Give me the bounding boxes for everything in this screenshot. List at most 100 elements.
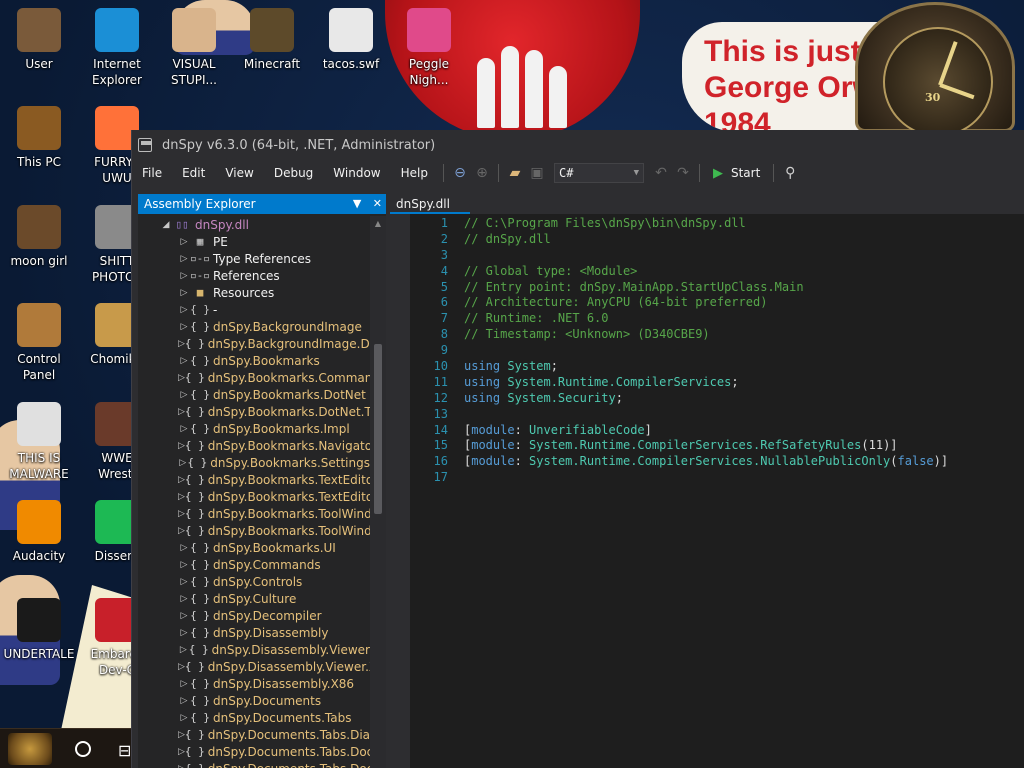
search-icon[interactable]: ⚲	[779, 162, 801, 184]
expand-arrow-icon[interactable]: ▷	[178, 254, 190, 264]
task-view-icon[interactable]: ⊟	[118, 741, 131, 760]
expand-arrow-icon[interactable]: ▷	[178, 356, 190, 366]
expand-arrow-icon[interactable]: ▷	[178, 407, 185, 417]
expand-arrow-icon[interactable]: ▷	[178, 696, 190, 706]
title-bar[interactable]: dnSpy v6.3.0 (64-bit, .NET, Administrato…	[132, 130, 1024, 160]
desktop-icon[interactable]: Minecraft	[233, 8, 311, 72]
tree-node[interactable]: ▷{ } dnSpy.Bookmarks.Impl	[138, 420, 370, 437]
tree-node[interactable]: ▷ ■ Resources	[138, 284, 370, 301]
desktop-icon[interactable]: Peggle Nigh...	[390, 8, 468, 88]
code-line[interactable]: // C:\Program Files\dnSpy\bin\dnSpy.dll	[464, 216, 1024, 232]
code-line[interactable]: // Timestamp: <Unknown> (D340CBE9)	[464, 327, 1024, 343]
tree-node[interactable]: ▷{ }dnSpy.BackgroundImage.Dialogs	[138, 335, 370, 352]
tree-node[interactable]: ▷{ }dnSpy.Disassembly.Viewer.X86	[138, 658, 370, 675]
navigate-back-icon[interactable]: ⊖	[449, 162, 471, 184]
expand-arrow-icon[interactable]: ▷	[178, 628, 190, 638]
tree-node[interactable]: ▷{ } dnSpy.Bookmarks.Navigator	[138, 437, 370, 454]
expand-arrow-icon[interactable]: ▷	[178, 730, 185, 740]
code-line[interactable]	[464, 470, 1024, 486]
expand-arrow-icon[interactable]: ▷	[178, 509, 185, 519]
tree-node[interactable]: ▷{ } dnSpy.Culture	[138, 590, 370, 607]
tree-node[interactable]: ▷{ }dnSpy.Documents.Tabs.DocViewer	[138, 743, 370, 760]
tree-node[interactable]: ▷{ } dnSpy.Controls	[138, 573, 370, 590]
expand-arrow-icon[interactable]: ▷	[178, 390, 190, 400]
tree-node[interactable]: ▷{ }dnSpy.Bookmarks.DotNet.TextEditor	[138, 403, 370, 420]
desktop-icon[interactable]: UNDERTALE	[0, 598, 78, 662]
expand-arrow-icon[interactable]: ▷	[178, 679, 190, 689]
menu-edit[interactable]: Edit	[172, 166, 215, 180]
expand-arrow-icon[interactable]: ▷	[178, 373, 185, 383]
tree-node[interactable]: ▷{ }dnSpy.Documents.Tabs.Dialogs	[138, 726, 370, 743]
code-line[interactable]: // Architecture: AnyCPU (64-bit preferre…	[464, 295, 1024, 311]
expand-arrow-icon[interactable]: ▷	[178, 305, 190, 315]
desktop-icon[interactable]: This PC	[0, 106, 78, 170]
expand-arrow-icon[interactable]: ▷	[178, 611, 190, 621]
start-debugging-button[interactable]: ▶ Start	[705, 166, 768, 181]
panel-menu-icon[interactable]: ▼	[353, 197, 361, 210]
code-line[interactable]: // dnSpy.dll	[464, 232, 1024, 248]
language-select[interactable]: C# ▼	[553, 163, 644, 183]
expand-arrow-icon[interactable]: ▷	[178, 764, 185, 768]
open-folder-icon[interactable]: ▰	[504, 162, 526, 184]
tree-node[interactable]: ▷{ } dnSpy.Disassembly.Viewer	[138, 641, 370, 658]
expand-arrow-icon[interactable]: ▷	[178, 662, 185, 672]
menu-window[interactable]: Window	[323, 166, 390, 180]
tree-scrollbar[interactable]: ▲	[370, 216, 386, 768]
tree-node[interactable]: ▷{ } dnSpy.Bookmarks.Commands	[138, 369, 370, 386]
redo-icon[interactable]: ↷	[672, 162, 694, 184]
code-line[interactable]: using System.Runtime.CompilerServices;	[464, 375, 1024, 391]
desktop-icon[interactable]: tacos.swf	[312, 8, 390, 72]
tree-node[interactable]: ▷ ▦ PE	[138, 233, 370, 250]
start-button[interactable]	[8, 733, 52, 765]
menu-view[interactable]: View	[215, 166, 263, 180]
expand-arrow-icon[interactable]: ▷	[178, 322, 190, 332]
code-line[interactable]	[464, 343, 1024, 359]
desktop-icon[interactable]: Audacity	[0, 500, 78, 564]
expand-arrow-icon[interactable]: ▷	[178, 526, 185, 536]
code-line[interactable]	[464, 248, 1024, 264]
tree-node[interactable]: ▷{ } dnSpy.Disassembly	[138, 624, 370, 641]
tree-node[interactable]: ▷{ } dnSpy.BackgroundImage	[138, 318, 370, 335]
expand-arrow-icon[interactable]: ▷	[178, 237, 190, 247]
tree-node[interactable]: ▷{ } dnSpy.Disassembly.X86	[138, 675, 370, 692]
expand-arrow-icon[interactable]: ▷	[178, 424, 190, 434]
collapse-arrow-icon[interactable]: ◢	[160, 220, 172, 230]
expand-arrow-icon[interactable]: ▷	[178, 560, 190, 570]
expand-arrow-icon[interactable]: ▷	[178, 577, 190, 587]
expand-arrow-icon[interactable]: ▷	[178, 458, 187, 468]
desktop-icon[interactable]: User	[0, 8, 78, 72]
expand-arrow-icon[interactable]: ▷	[178, 543, 190, 553]
tree-node[interactable]: ▷{ } dnSpy.Bookmarks.TextEditor	[138, 471, 370, 488]
code-line[interactable]: // Entry point: dnSpy.MainApp.StartUpCla…	[464, 280, 1024, 296]
code-view[interactable]: // C:\Program Files\dnSpy\bin\dnSpy.dll /…	[464, 216, 1024, 486]
search-circle-icon[interactable]	[75, 741, 91, 757]
desktop-icon[interactable]: Internet Explorer	[78, 8, 156, 88]
code-line[interactable]	[464, 407, 1024, 423]
desktop-icon[interactable]: VISUAL STUPI...	[155, 8, 233, 88]
assembly-tree[interactable]: ◢ ▯▯ dnSpy.dll ▷ ▦ PE ▷ ▫-▫ Type References ▷ ▫-▫ R…	[138, 216, 370, 768]
menu-help[interactable]: Help	[391, 166, 438, 180]
expand-arrow-icon[interactable]: ▷	[178, 271, 190, 281]
tree-node[interactable]: ▷{ }dnSpy.Bookmarks.ToolWindows.Bookmark…	[138, 522, 370, 539]
expand-arrow-icon[interactable]: ▷	[178, 475, 185, 485]
tree-node[interactable]: ▷ ▫-▫ References	[138, 267, 370, 284]
code-line[interactable]: // Global type: <Module>	[464, 264, 1024, 280]
close-icon[interactable]: ✕	[373, 197, 382, 210]
code-line[interactable]: using System.Security;	[464, 391, 1024, 407]
expand-arrow-icon[interactable]: ▷	[178, 713, 190, 723]
code-line[interactable]: [module: System.Runtime.CompilerServices…	[464, 438, 1024, 454]
tree-node[interactable]: ▷{ } dnSpy.Documents.Tabs	[138, 709, 370, 726]
tree-node[interactable]: ◢ ▯▯ dnSpy.dll	[138, 216, 370, 233]
expand-arrow-icon[interactable]: ▷	[178, 645, 189, 655]
code-editor[interactable]: 1 2 3 4 5 6 7 8 9 10 11 12 13 14 15 16 17 // C:\Program …	[410, 214, 1024, 768]
save-icon[interactable]: ▣	[526, 162, 548, 184]
navigate-forward-icon[interactable]: ⊕	[471, 162, 493, 184]
scroll-up-icon[interactable]: ▲	[370, 216, 386, 232]
tree-node[interactable]: ▷{ } dnSpy.Bookmarks.Settings	[138, 454, 370, 471]
code-line[interactable]: // Runtime: .NET 6.0	[464, 311, 1024, 327]
tab-dnspy-dll[interactable]: dnSpy.dll	[390, 194, 470, 214]
expand-arrow-icon[interactable]: ▷	[178, 339, 185, 349]
undo-icon[interactable]: ↶	[650, 162, 672, 184]
desktop-icon[interactable]: Control Panel	[0, 303, 78, 383]
code-line[interactable]: [module: System.Runtime.CompilerServices…	[464, 454, 1024, 470]
